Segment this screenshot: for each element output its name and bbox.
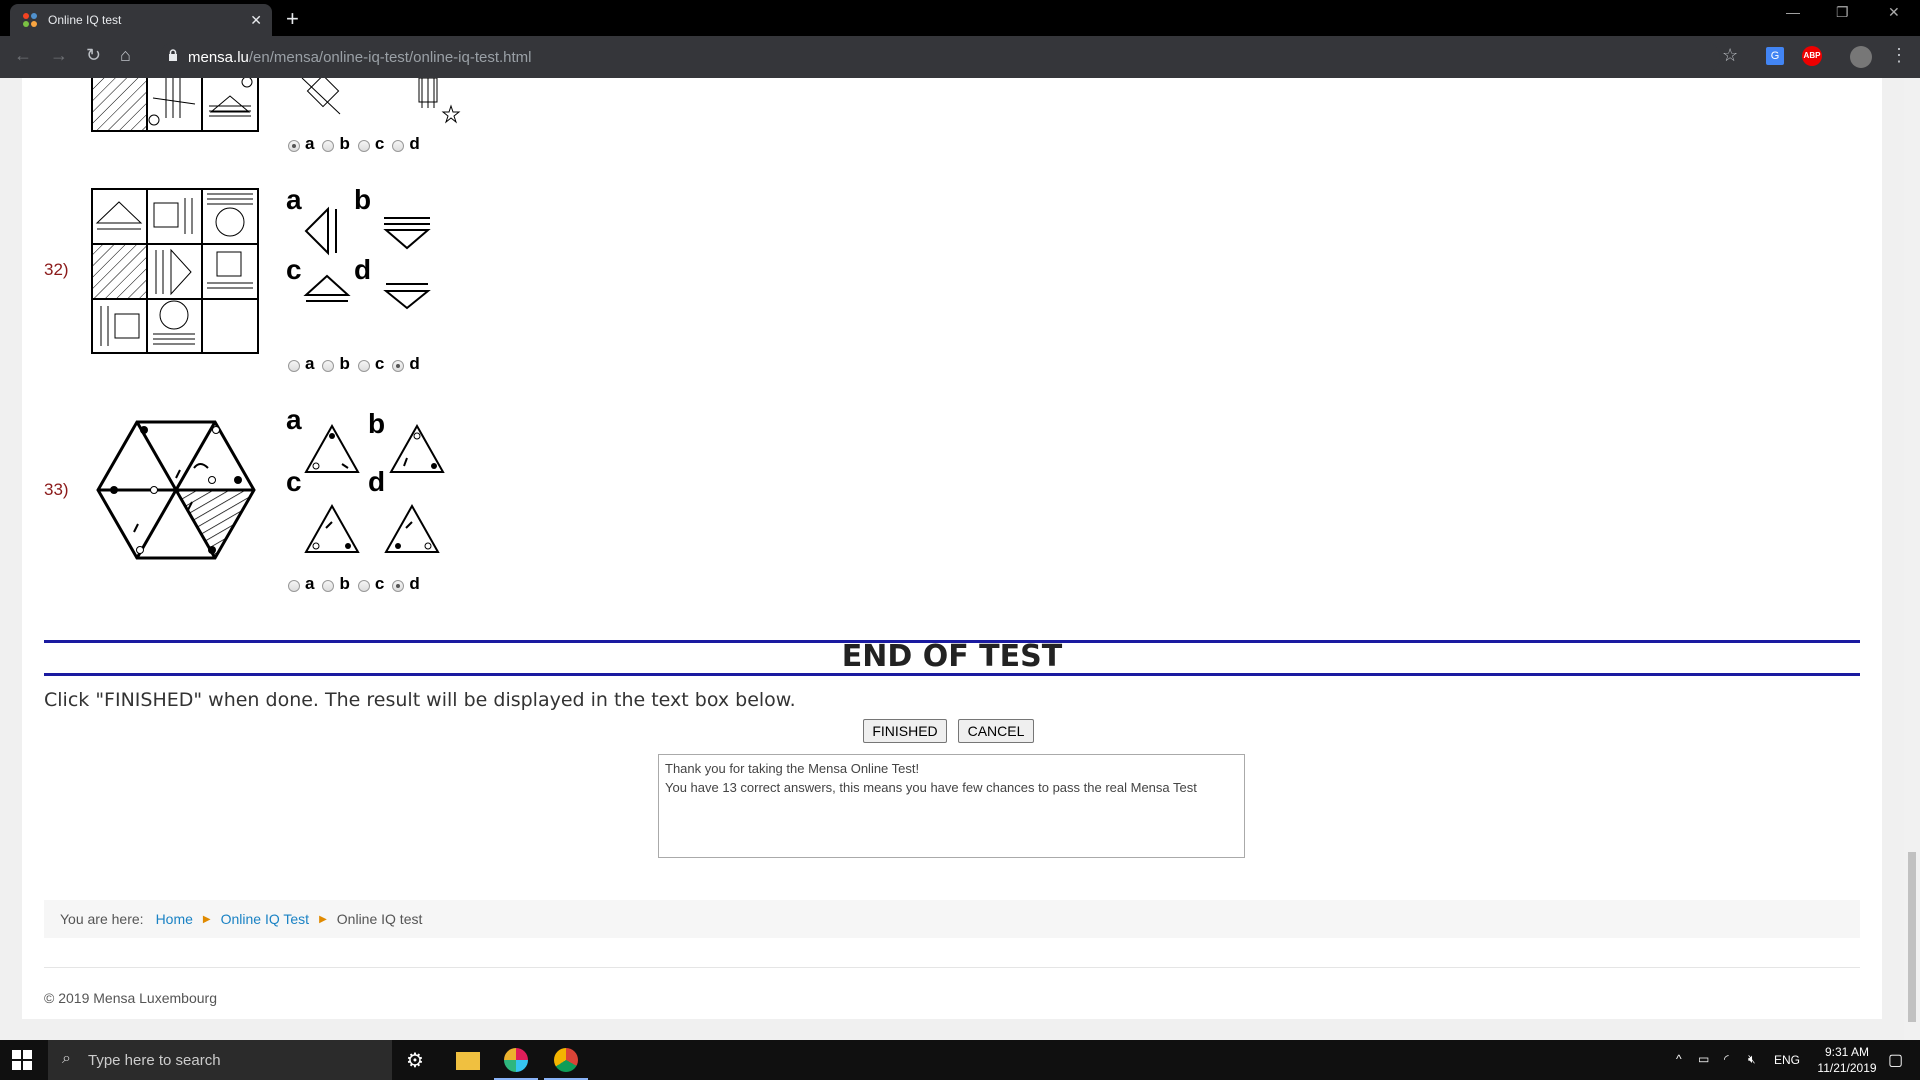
end-bottom-rule bbox=[44, 673, 1860, 676]
question-33-answers: a b c d bbox=[280, 574, 420, 594]
browser-tab[interactable]: Online IQ test ✕ bbox=[10, 4, 272, 36]
q32-option-c: c bbox=[374, 354, 385, 373]
q32-option-d: d bbox=[409, 354, 420, 373]
question-31-matrix bbox=[91, 78, 259, 132]
address-bar[interactable]: mensa.lu/en/mensa/online-iq-test/online-… bbox=[160, 41, 1720, 73]
lock-icon bbox=[169, 49, 177, 61]
bookmark-star-icon[interactable]: ☆ bbox=[1722, 45, 1738, 66]
end-of-test-heading: END OF TEST bbox=[841, 639, 1063, 674]
breadcrumb-home-link[interactable]: Home bbox=[156, 911, 193, 927]
question-31-answers: a b c d bbox=[280, 134, 420, 154]
tab-title: Online IQ test bbox=[48, 13, 122, 27]
question-31-options bbox=[301, 78, 461, 124]
battery-icon[interactable]: ▭ bbox=[1698, 1052, 1709, 1066]
finish-instructions: Click "FINISHED" when done. The result w… bbox=[44, 689, 796, 711]
breadcrumb-prefix: You are here: bbox=[60, 911, 144, 927]
question-32-answers: a b c d bbox=[280, 354, 420, 374]
browser-tab-bar: Online IQ test ✕ + — ❐ ✕ bbox=[0, 0, 1920, 36]
restore-icon[interactable]: ❐ bbox=[1836, 4, 1849, 21]
tray-chevron-icon[interactable]: ^ bbox=[1676, 1052, 1682, 1066]
cancel-button[interactable]: CANCEL bbox=[958, 719, 1034, 743]
reload-icon[interactable]: ↻ bbox=[86, 45, 101, 66]
adblock-plus-icon[interactable]: ABP bbox=[1802, 46, 1822, 66]
q31-option-b: b bbox=[339, 134, 350, 153]
q32-radio-b[interactable] bbox=[322, 360, 335, 372]
forward-icon[interactable]: → bbox=[50, 45, 68, 66]
back-icon[interactable]: ← bbox=[14, 45, 32, 66]
q33-radio-b[interactable] bbox=[322, 580, 335, 592]
q32-radio-d[interactable] bbox=[392, 360, 405, 372]
copyright: © 2019 Mensa Luxembourg bbox=[44, 990, 217, 1006]
q31-option-c: c bbox=[374, 134, 385, 153]
windows-start-icon[interactable] bbox=[12, 1050, 32, 1070]
translate-extension-icon[interactable]: G bbox=[1766, 47, 1784, 65]
clock-time: 9:31 AM bbox=[1824, 1045, 1870, 1059]
web-page: a b c d 32) a b c d a b c d 33) a b c d … bbox=[0, 78, 1904, 1040]
url-host: mensa.lu bbox=[188, 48, 249, 66]
new-tab-icon[interactable]: + bbox=[286, 6, 299, 32]
q33-radio-c[interactable] bbox=[357, 580, 370, 592]
q33-label-c: c bbox=[286, 466, 302, 497]
footer-divider bbox=[44, 967, 1860, 968]
q32-label-a: a bbox=[286, 184, 302, 215]
q33-radio-a[interactable] bbox=[288, 580, 300, 592]
question-33-hexagon bbox=[96, 420, 256, 560]
question-32-matrix bbox=[91, 188, 259, 354]
close-window-icon[interactable]: ✕ bbox=[1888, 4, 1900, 21]
file-explorer-icon[interactable] bbox=[456, 1052, 480, 1070]
slack-icon[interactable] bbox=[494, 1048, 538, 1080]
question-33-options bbox=[304, 424, 445, 553]
close-tab-icon[interactable]: ✕ bbox=[250, 12, 262, 29]
home-icon[interactable]: ⌂ bbox=[120, 45, 131, 66]
breadcrumb-current: Online IQ test bbox=[336, 911, 423, 927]
browser-toolbar: ← → ↻ ⌂ mensa.lu/en/mensa/online-iq-test… bbox=[0, 36, 1920, 78]
breadcrumb-online-iq-link[interactable]: Online IQ Test bbox=[221, 911, 309, 927]
breadcrumb-separator-icon: ▶ bbox=[319, 913, 327, 925]
q32-radio-a[interactable] bbox=[288, 360, 300, 372]
q31-radio-a[interactable] bbox=[288, 140, 300, 152]
minimize-icon[interactable]: — bbox=[1786, 4, 1800, 20]
question-32-number: 32) bbox=[44, 260, 69, 279]
q33-radio-d[interactable] bbox=[392, 580, 405, 592]
q33-label-a: a bbox=[286, 404, 302, 435]
q32-option-b: b bbox=[339, 354, 350, 373]
notifications-icon[interactable]: ▢ bbox=[1888, 1050, 1903, 1070]
content-area: a b c d 32) a b c d a b c d 33) a b c d … bbox=[22, 78, 1882, 1019]
clock-date: 11/21/2019 bbox=[1817, 1061, 1877, 1075]
question-33-number: 33) bbox=[44, 480, 69, 499]
question-32-options bbox=[303, 206, 431, 310]
result-textbox[interactable]: Thank you for taking the Mensa Online Te… bbox=[658, 754, 1245, 858]
q31-option-a: a bbox=[305, 134, 315, 153]
q31-radio-b[interactable] bbox=[322, 140, 335, 152]
q33-option-b: b bbox=[339, 574, 350, 593]
q33-option-a: a bbox=[305, 574, 315, 593]
language-indicator[interactable]: ENG bbox=[1774, 1053, 1800, 1067]
q33-option-c: c bbox=[374, 574, 385, 593]
clock[interactable]: 9:31 AM 11/21/2019 bbox=[1812, 1044, 1882, 1076]
profile-avatar[interactable] bbox=[1850, 46, 1872, 68]
wifi-icon[interactable]: ◜ bbox=[1724, 1052, 1729, 1066]
volume-muted-icon[interactable]: 🔇︎ bbox=[1748, 1052, 1756, 1067]
joomla-favicon-icon bbox=[22, 12, 38, 28]
chrome-icon[interactable] bbox=[544, 1048, 588, 1080]
breadcrumb: You are here: Home ▶ Online IQ Test ▶ On… bbox=[44, 900, 1860, 938]
url-path: /en/mensa/online-iq-test/online-iq-test.… bbox=[248, 48, 532, 66]
q33-option-d: d bbox=[409, 574, 420, 593]
scrollbar-thumb[interactable] bbox=[1908, 852, 1916, 1022]
finished-button[interactable]: FINISHED bbox=[863, 719, 947, 743]
q31-radio-c[interactable] bbox=[357, 140, 370, 152]
q32-radio-c[interactable] bbox=[357, 360, 370, 372]
menu-icon[interactable]: ⋮ bbox=[1890, 45, 1908, 66]
search-placeholder: Type here to search bbox=[88, 1051, 221, 1069]
search-icon: ⌕ bbox=[62, 1050, 71, 1067]
taskbar-search-input[interactable]: ⌕ Type here to search bbox=[48, 1040, 392, 1080]
q32-option-a: a bbox=[305, 354, 315, 373]
settings-gear-icon[interactable]: ⚙ bbox=[406, 1048, 430, 1072]
q31-option-d: d bbox=[409, 134, 420, 153]
breadcrumb-separator-icon: ▶ bbox=[202, 913, 211, 925]
q31-radio-d[interactable] bbox=[392, 140, 405, 152]
windows-taskbar: ⌕ Type here to search ⚙ ^ ▭ ◜ 🔇︎ ENG 9:3… bbox=[0, 1040, 1920, 1080]
q32-label-c: c bbox=[286, 254, 302, 285]
